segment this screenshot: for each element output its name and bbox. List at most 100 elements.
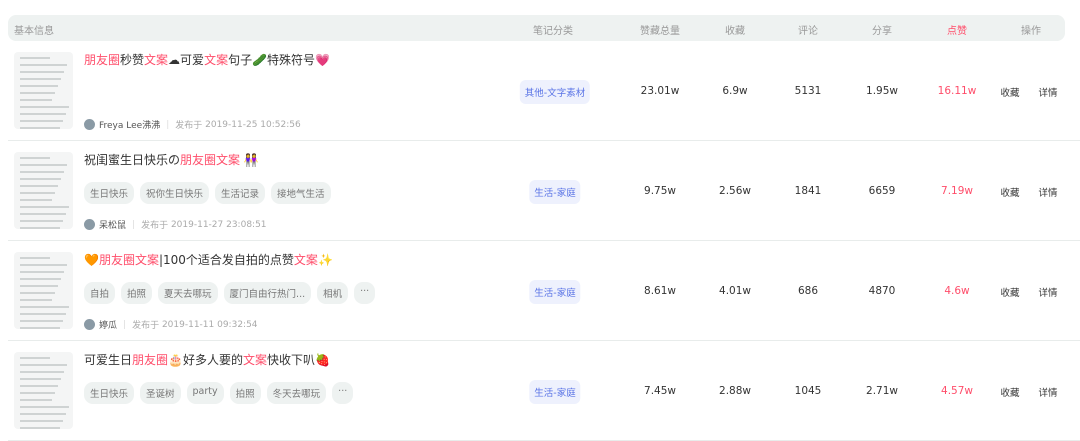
tag[interactable]: 相机 (317, 282, 349, 304)
thumbnail-line (20, 64, 67, 66)
category-badge: 生活-家庭 (529, 180, 581, 204)
author-line: Freya Lee沸沸 | 发布于 2019-11-25 10:52:56 (84, 118, 301, 131)
tag-list: 生日快乐 祝你生日快乐 生活记录 接地气生活 (84, 182, 331, 204)
like-value: 7.19w (941, 185, 973, 197)
collect-button[interactable]: 收藏 (1000, 385, 1019, 399)
collect-button[interactable]: 收藏 (1000, 85, 1019, 99)
thumbnail-line (20, 406, 69, 408)
header-category: 笔记分类 (533, 26, 573, 37)
thumbnail-line (20, 299, 52, 301)
detail-button[interactable]: 详情 (1038, 385, 1057, 399)
thumbnail-line (20, 85, 58, 87)
thumbnail-line (20, 306, 69, 308)
thumbnail-line (20, 385, 58, 387)
tag[interactable]: 生日快乐 (84, 182, 135, 204)
title-keyword: 朋友圈 (84, 53, 121, 67)
tag[interactable]: 拍照 (121, 282, 153, 304)
note-title[interactable]: 朋友圈秒赞文案☁可爱文案句子🥒特殊符号💗 (84, 51, 330, 68)
title-keyword: 文案 (204, 53, 229, 67)
header-total[interactable]: 赞藏总量 (640, 22, 680, 37)
avatar[interactable] (84, 119, 95, 130)
total-value: 23.01w (640, 85, 680, 97)
tag[interactable]: ··· (354, 282, 376, 304)
total-value: 8.61w (644, 285, 676, 297)
avatar[interactable] (84, 319, 95, 330)
title-text: 🎂好多人要的 (168, 353, 243, 367)
thumbnail-line (20, 427, 60, 429)
title-text: 可爱生日 (84, 353, 133, 367)
thumbnail-line (20, 392, 55, 394)
thumbnail-line (20, 213, 66, 215)
thumbnail-line (20, 157, 50, 159)
note-thumbnail[interactable] (14, 52, 73, 129)
author-name[interactable]: 婷瓜 (99, 318, 117, 331)
title-text: ✨ (317, 253, 333, 267)
thumbnail-line (20, 192, 55, 194)
note-thumbnail[interactable] (14, 352, 73, 429)
thumbnail-line (20, 71, 64, 73)
collect-button[interactable]: 收藏 (1000, 185, 1019, 199)
title-text: 🧡 (84, 253, 99, 267)
tag[interactable]: 厦门自由行热门... (223, 282, 312, 304)
detail-button[interactable]: 详情 (1038, 85, 1057, 99)
thumbnail-line (20, 171, 64, 173)
detail-button[interactable]: 详情 (1038, 285, 1057, 299)
tag[interactable]: 生活记录 (215, 182, 266, 204)
divider: | (123, 319, 127, 330)
note-title[interactable]: 🧡朋友圈文案|100个适合发自拍的点赞文案✨ (84, 251, 333, 268)
detail-button[interactable]: 详情 (1038, 185, 1057, 199)
note-thumbnail[interactable] (14, 252, 73, 329)
thumbnail-line (20, 78, 61, 80)
header-comment[interactable]: 评论 (798, 22, 818, 37)
collect-value: 2.88w (719, 385, 751, 397)
thumbnail-line (20, 271, 64, 273)
thumbnail-line (20, 164, 67, 166)
divider: | (132, 219, 136, 230)
header-action: 操作 (1021, 26, 1041, 37)
share-value: 1.95w (866, 85, 898, 97)
avatar[interactable] (84, 219, 95, 230)
tag[interactable]: 祝你生日快乐 (140, 182, 210, 204)
thumbnail-line (20, 92, 55, 94)
note-title[interactable]: 可爱生日朋友圈🎂好多人要的文案快收下叭🍓 (84, 351, 330, 368)
note-thumbnail[interactable] (14, 152, 73, 229)
collect-value: 4.01w (719, 285, 751, 297)
author-name[interactable]: Freya Lee沸沸 (99, 118, 160, 131)
publish-time: 2019-11-27 23:08:51 (168, 219, 267, 230)
table-header: 基本信息 笔记分类 赞藏总量 收藏 评论 分享 点赞 操作 (8, 15, 1065, 41)
share-value: 2.71w (866, 385, 898, 397)
tag[interactable]: 夏天去哪玩 (158, 282, 218, 304)
thumbnail-line (20, 264, 67, 266)
author-line: 呆松鼠 | 发布于 2019-11-27 23:08:51 (84, 218, 267, 231)
table-row: 朋友圈秒赞文案☁可爱文案句子🥒特殊符号💗 Freya Lee沸沸 | 发布于 2019… (8, 41, 1080, 141)
title-keyword: 文案 (144, 53, 169, 67)
header-like[interactable]: 点赞 (947, 22, 967, 37)
publish-time: 2019-11-11 09:32:54 (159, 319, 258, 330)
thumbnail-line (20, 378, 61, 380)
publish-time: 2019-11-25 10:52:56 (202, 119, 301, 130)
tag[interactable]: 自拍 (84, 282, 116, 304)
thumbnail-line (20, 199, 52, 201)
author-line: 婷瓜 | 发布于 2019-11-11 09:32:54 (84, 318, 258, 331)
note-title[interactable]: 祝闺蜜生日快乐の朋友圈文案 👭 (84, 151, 259, 168)
publish-label: 发布于 (175, 121, 203, 131)
publish-label: 发布于 (132, 321, 160, 331)
category-badge: 生活-家庭 (529, 380, 581, 404)
thumbnail-line (20, 371, 64, 373)
thumbnail-line (20, 113, 66, 115)
thumbnail-line (20, 364, 67, 366)
tag-list: 自拍 拍照 夏天去哪玩 厦门自由行热门... 相机 ··· (84, 282, 376, 304)
title-text: 快收下叭🍓 (267, 353, 330, 367)
header-share[interactable]: 分享 (872, 22, 892, 37)
collect-button[interactable]: 收藏 (1000, 285, 1019, 299)
title-keyword: 文案 (242, 353, 267, 367)
thumbnail-line (20, 327, 60, 329)
thumbnail-line (20, 220, 63, 222)
thumbnail-line (20, 292, 55, 294)
header-collect[interactable]: 收藏 (725, 22, 745, 37)
thumbnail-line (20, 285, 58, 287)
thumbnail-line (20, 185, 58, 187)
tag[interactable]: 接地气生活 (271, 182, 331, 204)
title-text: 秒赞 (120, 53, 145, 67)
author-name[interactable]: 呆松鼠 (99, 218, 126, 231)
